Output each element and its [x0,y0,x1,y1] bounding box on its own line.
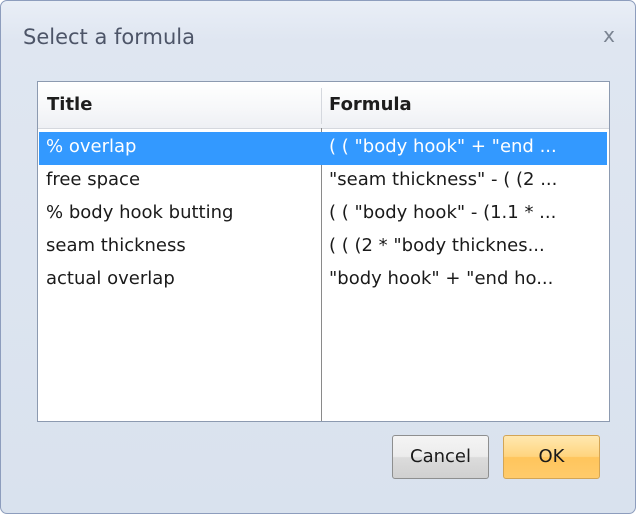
ok-button[interactable]: OK [503,435,600,479]
title-bar[interactable]: Select a formula x [1,1,635,71]
cancel-button[interactable]: Cancel [392,435,489,479]
close-button[interactable]: x [597,23,621,47]
row-formula: "body hook" + "end ho... [329,268,554,289]
column-header-title[interactable]: Title [47,94,92,115]
select-formula-dialog: Select a formula x Title Formula % overl… [0,0,636,514]
list-item[interactable]: % overlap ( ( "body hook" + "end ... [39,132,607,165]
row-title: % overlap [46,136,137,157]
list-header: Title Formula [38,82,609,129]
row-title: actual overlap [46,268,175,289]
row-title: % body hook butting [46,202,234,223]
column-header-formula[interactable]: Formula [329,94,412,115]
formula-list[interactable]: Title Formula % overlap ( ( "body hook" … [37,81,610,422]
close-icon: x [603,23,615,47]
row-formula: "seam thickness" - ( (2 ... [329,169,558,190]
list-item[interactable]: free space "seam thickness" - ( (2 ... [39,165,607,198]
row-title: free space [46,169,141,190]
list-item[interactable]: seam thickness ( ( (2 * "body thicknes..… [39,231,607,264]
list-rows: % overlap ( ( "body hook" + "end ... fre… [38,132,609,297]
column-header-divider[interactable] [321,88,322,124]
dialog-title: Select a formula [23,25,195,49]
list-item[interactable]: % body hook butting ( ( "body hook" - (1… [39,198,607,231]
row-title: seam thickness [46,235,186,256]
row-formula: ( ( "body hook" - (1.1 * ... [329,202,557,223]
row-formula: ( ( (2 * "body thicknes... [329,235,545,256]
row-formula: ( ( "body hook" + "end ... [329,136,557,157]
list-item[interactable]: actual overlap "body hook" + "end ho... [39,264,607,297]
